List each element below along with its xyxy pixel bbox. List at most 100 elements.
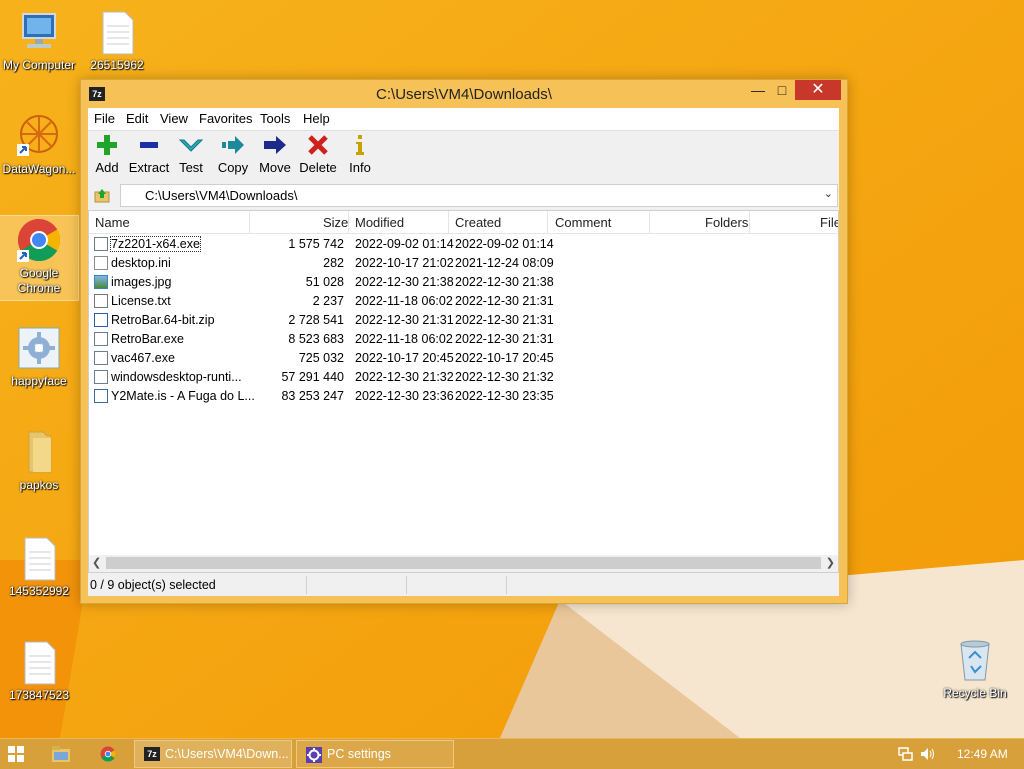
cell-created: 2022-12-30 23:35 — [455, 389, 554, 403]
chrome-taskbar-button[interactable] — [100, 739, 122, 769]
menu-file[interactable]: File — [94, 111, 115, 126]
horizontal-scrollbar[interactable]: ❮ ❯ — [89, 555, 838, 572]
desktop-icon-happyface[interactable]: happyface — [0, 324, 78, 389]
menu-tools[interactable]: Tools — [260, 111, 290, 126]
desktop-icon-145352992[interactable]: 145352992 — [0, 534, 78, 599]
taskbar-task-7zip[interactable]: 7z C:\Users\VM4\Down... — [134, 740, 292, 768]
cell-name: Y2Mate.is - A Fuga do L... — [111, 389, 255, 403]
table-row[interactable]: RetroBar.exe 8 523 683 2022-11-18 06:02 202… — [89, 330, 838, 349]
desktop-icon-label: happyface — [11, 374, 67, 388]
scroll-left-icon[interactable]: ❮ — [92, 556, 101, 569]
chevron-down-icon[interactable]: ⌄ — [824, 187, 833, 200]
column-folders[interactable]: Folders — [705, 215, 748, 230]
cell-name: License.txt — [111, 294, 171, 308]
table-row[interactable]: desktop.ini 282 2022-10-17 21:02 2021-12-24… — [89, 254, 838, 273]
cell-size: 8 523 683 — [288, 332, 344, 346]
txt-file-icon — [94, 294, 108, 308]
menu-help[interactable]: Help — [303, 111, 330, 126]
x-icon — [308, 135, 328, 155]
desktop-icon-my-computer[interactable]: My Computer — [0, 8, 78, 73]
cell-created: 2022-10-17 20:45 — [455, 351, 554, 365]
start-button[interactable] — [8, 739, 30, 769]
cell-created: 2022-12-30 21:32 — [455, 370, 554, 384]
delete-button[interactable]: Delete — [295, 133, 341, 175]
scrollbar-thumb[interactable] — [106, 557, 821, 569]
maximize-button[interactable]: □ — [769, 80, 795, 100]
column-created[interactable]: Created — [455, 215, 501, 230]
scroll-right-icon[interactable]: ❯ — [826, 556, 835, 569]
status-bar: 0 / 9 object(s) selected — [88, 574, 839, 596]
desktop-icon-recycle-bin[interactable]: Recycle Bin — [936, 636, 1014, 701]
cell-created: 2022-09-02 01:14 — [455, 237, 554, 251]
column-modified[interactable]: Modified — [355, 215, 404, 230]
cell-modified: 2022-10-17 20:45 — [355, 351, 454, 365]
column-comment[interactable]: Comment — [555, 215, 611, 230]
add-button[interactable]: Add — [84, 133, 130, 175]
cell-size: 282 — [323, 256, 344, 270]
table-row[interactable]: images.jpg 51 028 2022-12-30 21:38 2022-12-… — [89, 273, 838, 292]
chrome-icon — [15, 216, 63, 264]
column-name[interactable]: Name — [95, 215, 130, 230]
info-label: Info — [349, 160, 371, 175]
test-label: Test — [179, 160, 203, 175]
clock[interactable]: 12:49 AM — [957, 747, 1008, 761]
column-size[interactable]: Size — [323, 215, 348, 230]
menu-favorites[interactable]: Favorites — [199, 111, 252, 126]
cell-modified: 2022-12-30 21:38 — [355, 275, 454, 289]
close-button[interactable]: ✕ — [795, 80, 841, 100]
cell-name: desktop.ini — [111, 256, 171, 270]
table-row[interactable]: windowsdesktop-runti... 57 291 440 2022-12… — [89, 368, 838, 387]
cell-created: 2021-12-24 08:09 — [455, 256, 554, 270]
move-arrow-icon — [264, 136, 286, 154]
exe-file-icon — [94, 370, 108, 384]
menu-bar: File Edit View Favorites Tools Help — [88, 108, 839, 131]
column-header-row: Name Size Modified Created Comment Folde… — [89, 211, 838, 234]
table-row[interactable]: License.txt 2 237 2022-11-18 06:02 2022-12-… — [89, 292, 838, 311]
cell-size: 2 728 541 — [288, 313, 344, 327]
column-files[interactable]: File — [820, 215, 838, 230]
file-explorer-taskbar-button[interactable] — [52, 739, 74, 769]
table-row[interactable]: RetroBar.64-bit.zip 2 728 541 2022-12-30 2… — [89, 311, 838, 330]
menu-edit[interactable]: Edit — [126, 111, 148, 126]
address-input[interactable]: C:\Users\VM4\Downloads\ ⌄ — [120, 184, 838, 207]
table-row[interactable]: 7z2201-x64.exe 1 575 742 2022-09-02 01:14 2… — [89, 235, 838, 254]
table-row[interactable]: vac467.exe 725 032 2022-10-17 20:45 2022-10… — [89, 349, 838, 368]
volume-tray-icon[interactable] — [920, 739, 938, 769]
move-button[interactable]: Move — [252, 133, 298, 175]
extract-button[interactable]: Extract — [126, 133, 172, 175]
exe-file-icon — [94, 332, 108, 346]
file-manager-window: 7z C:\Users\VM4\Downloads\ — □ ✕ File Ed… — [80, 79, 848, 604]
desktop-icon-label: papkos — [19, 478, 59, 492]
taskbar-task-pc-settings[interactable]: PC settings — [296, 740, 454, 768]
cell-name: RetroBar.exe — [111, 332, 184, 346]
cell-size: 2 237 — [312, 294, 344, 308]
network-tray-icon[interactable] — [898, 739, 916, 769]
file-list[interactable]: Name Size Modified Created Comment Folde… — [88, 210, 839, 573]
table-row[interactable]: Y2Mate.is - A Fuga do L... 83 253 247 2022… — [89, 387, 838, 406]
desktop-icon-papkos[interactable]: papkos — [0, 428, 78, 493]
exe-file-icon — [94, 351, 108, 365]
desktop-icon-label: 26515962 — [90, 58, 144, 72]
plus-icon — [97, 135, 117, 155]
settings-app-icon — [15, 324, 63, 372]
ini-file-icon — [94, 256, 108, 270]
cell-modified: 2022-12-30 21:31 — [355, 313, 454, 327]
test-button[interactable]: Test — [168, 133, 214, 175]
info-button[interactable]: Info — [337, 133, 383, 175]
menu-view[interactable]: View — [160, 111, 188, 126]
recycle-bin-icon — [951, 636, 999, 684]
windows-logo-icon — [8, 746, 24, 762]
desktop-icon-26515962[interactable]: 26515962 — [78, 8, 156, 73]
desktop-icon-google-chrome[interactable]: Google Chrome — [0, 215, 79, 301]
desktop-icon-label: DataWagon... — [2, 162, 76, 176]
window-titlebar[interactable]: 7z C:\Users\VM4\Downloads\ — □ ✕ — [81, 80, 847, 108]
desktop-icon-173847523[interactable]: 173847523 — [0, 638, 78, 703]
delete-label: Delete — [299, 160, 337, 175]
move-label: Move — [259, 160, 291, 175]
copy-button[interactable]: Copy — [210, 133, 256, 175]
desktop-icon-label: Recycle Bin — [943, 686, 1007, 700]
folder-up-icon[interactable] — [94, 187, 110, 203]
address-text: C:\Users\VM4\Downloads\ — [145, 188, 298, 203]
cell-size: 57 291 440 — [281, 370, 344, 384]
desktop-icon-datawagon[interactable]: DataWagon... — [0, 112, 78, 177]
